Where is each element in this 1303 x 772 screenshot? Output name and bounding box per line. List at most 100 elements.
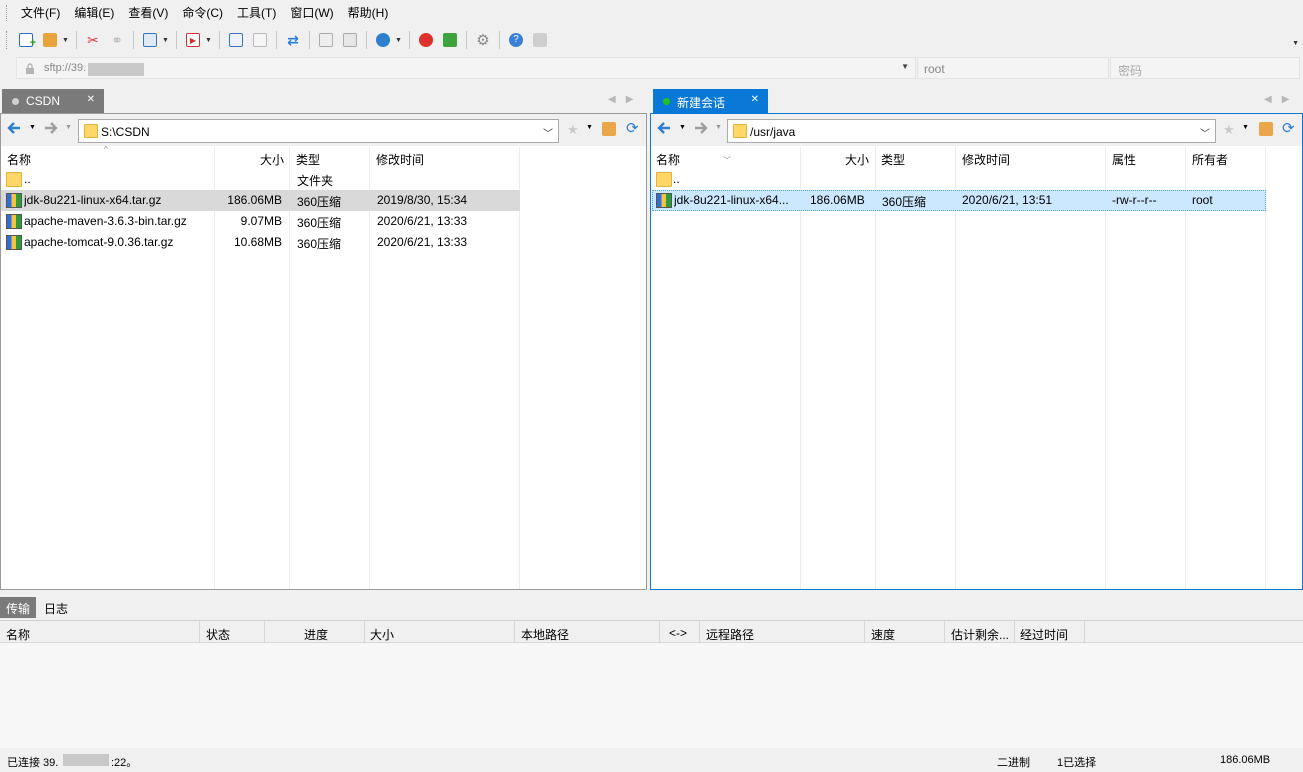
menu-help[interactable]: 帮助(H) [341,1,396,25]
help-icon[interactable]: ? [506,30,526,50]
folder-icon [6,172,22,187]
back-arrow-icon[interactable] [657,121,671,135]
menu-view[interactable]: 查看(V) [121,1,175,25]
reconnect-icon[interactable]: ⚭ [107,30,127,50]
globe-icon[interactable] [373,30,393,50]
close-icon[interactable]: ✕ [87,94,95,105]
col-header-status[interactable]: 状态 [200,621,265,643]
download-icon[interactable] [250,30,270,50]
username-text: root [924,62,945,76]
terminal-icon[interactable]: ▶ [183,30,203,50]
tab-scroll-arrows[interactable]: ◀▶ [1264,94,1299,105]
menu-window[interactable]: 窗口(W) [283,1,340,25]
col-header-progress[interactable]: 进度 [265,621,365,643]
xftp-icon[interactable] [440,30,460,50]
chevron-down-icon[interactable]: ▼ [205,37,213,44]
transfer-list: 名称 状态 进度 大小 本地路径 <-> 远程路径 速度 估计剩余... 经过时… [0,620,1303,748]
chevron-down-icon[interactable]: ▼ [62,37,70,44]
tab-new-session[interactable]: 新建会话 ✕ [653,89,768,113]
menu-command[interactable]: 命令(C) [175,1,230,25]
col-header-name[interactable]: 名称 [0,621,200,643]
col-header-elapsed[interactable]: 经过时间 [1015,621,1085,643]
separator [76,31,77,49]
col-header-type[interactable]: 类型 [876,147,956,589]
tab-label: 新建会话 [677,96,726,110]
star-icon[interactable]: ★ [567,122,579,138]
chevron-down-icon[interactable]: ▼ [901,62,909,71]
close-icon[interactable]: ✕ [751,94,759,105]
disconnect-icon[interactable]: ✂ [83,30,103,50]
col-header-name[interactable]: 名称 ﹀ [651,147,801,589]
tab-label: CSDN [26,94,61,108]
chevron-down-icon[interactable]: ﹀ [543,125,553,140]
transfer-header: 名称 状态 进度 大小 本地路径 <-> 远程路径 速度 估计剩余... 经过时… [0,621,1303,643]
session-status-icon [663,98,670,105]
username-input[interactable]: root [917,57,1109,79]
home-icon[interactable] [1259,122,1273,136]
menu-edit[interactable]: 编辑(E) [67,1,121,25]
tab-log[interactable]: 日志 [38,597,74,618]
password-input[interactable]: 密码 [1110,57,1300,79]
copy-icon[interactable] [316,30,336,50]
menu-tools[interactable]: 工具(T) [230,1,283,25]
chevron-down-icon[interactable]: ▼ [586,124,593,131]
file-row[interactable]: jdk-8u221-linux-x64.tar.gz 186.06MB 360压… [1,190,520,211]
col-header-size[interactable]: 大小 [801,147,876,589]
col-header-speed[interactable]: 速度 [865,621,945,643]
chevron-down-icon[interactable]: ▼ [65,124,72,131]
remote-panel: 新建会话 ✕ ◀▶ ▼ ▼ /usr/java ﹀ ★ ▼ ⟳ 名称 ﹀ 大小 类… [650,88,1303,590]
file-row[interactable]: apache-maven-3.6.3-bin.tar.gz 9.07MB 360… [1,211,520,232]
home-icon[interactable] [602,122,616,136]
col-header-size[interactable]: 大小 [365,621,515,643]
col-header-direction[interactable]: <-> [660,621,700,643]
chevron-down-icon[interactable]: ▼ [1292,40,1299,47]
local-path-input[interactable]: S:\CSDN ﹀ [78,119,559,143]
menu-file[interactable]: 文件(F) [14,1,67,25]
lock-icon [26,63,34,74]
sync-icon[interactable]: ⇄ [283,30,303,50]
archive-icon [656,193,672,208]
separator [409,31,410,49]
star-icon[interactable]: ★ [1223,122,1235,138]
refresh-icon[interactable]: ⟳ [626,119,639,137]
col-header-owner[interactable]: 所有者 [1186,147,1266,589]
separator [276,31,277,49]
chevron-down-icon[interactable]: ﹀ [1200,125,1210,140]
new-tab-icon[interactable] [140,30,160,50]
col-header-attributes[interactable]: 属性 [1106,147,1186,589]
chevron-down-icon[interactable]: ▼ [679,124,686,131]
col-header-modified[interactable]: 修改时间 [956,147,1106,589]
chevron-down-icon[interactable]: ▼ [1242,124,1249,131]
tab-scroll-arrows[interactable]: ◀▶ [608,94,643,105]
gear-icon[interactable]: ⚙ [473,30,493,50]
file-row[interactable]: apache-tomcat-9.0.36.tar.gz 10.68MB 360压… [1,232,520,253]
file-row[interactable]: .. 文件夹 [1,169,646,190]
local-tabstrip: CSDN ✕ ◀▶ [0,88,647,113]
open-folder-icon[interactable] [40,30,60,50]
chevron-down-icon[interactable]: ▼ [715,124,722,131]
new-session-icon[interactable]: + [16,30,36,50]
chat-icon[interactable] [530,30,550,50]
forward-arrow-icon[interactable] [44,121,58,135]
upload-icon[interactable] [226,30,246,50]
col-header-local-path[interactable]: 本地路径 [515,621,660,643]
tab-transfer[interactable]: 传输 [0,597,37,618]
chevron-down-icon[interactable]: ▼ [29,124,36,131]
address-bar: sftp://39. ▼ root 密码 [0,56,1303,80]
xshell-icon[interactable] [416,30,436,50]
refresh-icon[interactable]: ⟳ [1282,119,1295,137]
session-status-icon [12,98,19,105]
redacted-host [88,63,144,76]
col-header-eta[interactable]: 估计剩余... [945,621,1015,643]
paste-icon[interactable] [340,30,360,50]
back-arrow-icon[interactable] [7,121,21,135]
host-input[interactable]: sftp://39. ▼ [16,57,916,79]
file-row[interactable]: .. [651,169,1302,190]
forward-arrow-icon[interactable] [694,121,708,135]
chevron-down-icon[interactable]: ▼ [162,37,170,44]
chevron-down-icon[interactable]: ▼ [395,37,403,44]
remote-path-input[interactable]: /usr/java ﹀ [727,119,1216,143]
col-header-remote-path[interactable]: 远程路径 [700,621,865,643]
file-row[interactable]: jdk-8u221-linux-x64... 186.06MB 360压缩 20… [652,190,1266,211]
tab-csdn[interactable]: CSDN ✕ [2,89,104,113]
